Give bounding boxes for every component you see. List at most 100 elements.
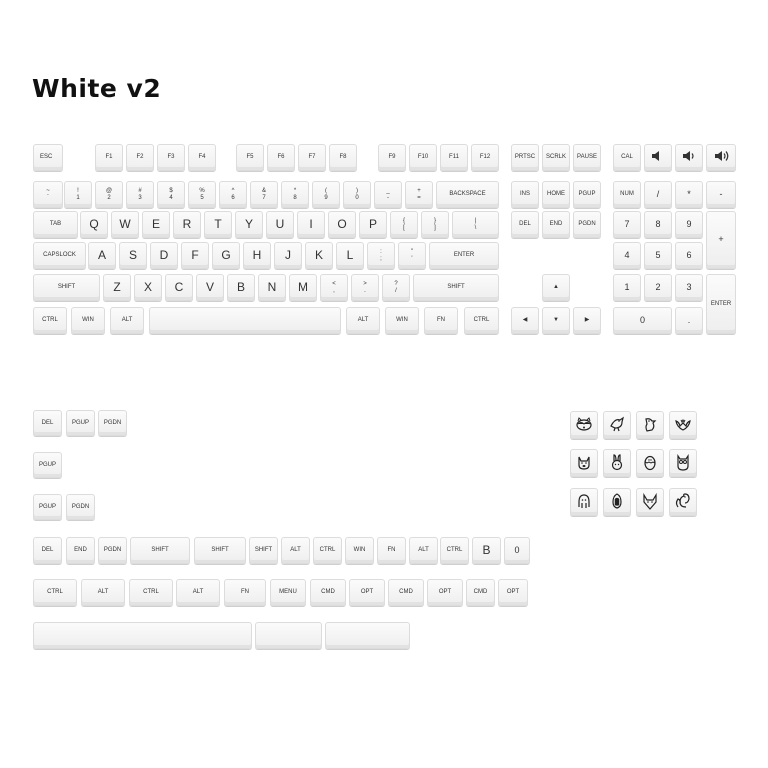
key-lbracket: {[ <box>390 211 418 238</box>
key-x-del: DEL <box>33 410 62 436</box>
key-a: A <box>88 242 116 269</box>
key-legend: F4 <box>198 154 206 161</box>
key-u: U <box>266 211 294 238</box>
key-legend: ' <box>411 255 413 262</box>
key-k1: ! 1 <box>64 181 92 208</box>
key-y-opt3: OPT <box>498 579 528 606</box>
key-legend: A <box>97 248 106 263</box>
key-legend: W <box>119 217 131 232</box>
key-m: M <box>289 274 317 301</box>
key-legend: - <box>387 194 389 201</box>
key-legend: ALT <box>357 317 369 324</box>
key-s: S <box>119 242 147 269</box>
key-x-pgup2: PGUP <box>33 452 62 478</box>
key-minus-num: - <box>706 181 736 208</box>
key-y-ctrl1: CTRL <box>33 579 77 606</box>
key-legend: U <box>275 217 285 232</box>
key-art-raccoon <box>570 411 598 439</box>
owl-icon <box>674 453 692 473</box>
key-arrow-down: ▼ <box>542 307 570 334</box>
page-title: White v2 <box>32 74 162 103</box>
key-legend: + <box>718 234 724 245</box>
key-legend: DEL <box>41 547 54 554</box>
key-legend: CAPSLOCK <box>43 252 76 259</box>
key-rbracket: }] <box>421 211 449 238</box>
key-q: Q <box>80 211 108 238</box>
key-y-ctrl2: CTRL <box>129 579 173 606</box>
key-legend: PGDN <box>103 419 122 426</box>
key-legend: 1 <box>76 194 80 201</box>
key-pgdn: PGDN <box>573 211 601 238</box>
key-pgup: PGUP <box>573 181 601 208</box>
key-legend: 0 <box>355 194 359 201</box>
key-art-owl <box>669 449 697 477</box>
key-legend: H <box>252 248 262 263</box>
key-legend: TAB <box>49 221 62 228</box>
dog-icon <box>575 453 593 473</box>
key-legend: PGDN <box>71 503 90 510</box>
penguin-icon <box>608 492 626 512</box>
key-legend: 0 <box>514 544 520 555</box>
key-k: K <box>305 242 333 269</box>
key-legend: 4 <box>624 249 630 260</box>
key-legend: ` <box>47 194 49 201</box>
key-legend: O <box>337 217 347 232</box>
key-legend: F <box>191 248 199 263</box>
key-y: Y <box>235 211 263 238</box>
key-legend: PGUP <box>38 461 56 468</box>
key-num8: 8 <box>644 211 672 238</box>
key-legend: PGDN <box>103 547 122 554</box>
key-slash: ? / <box>382 274 410 301</box>
key-legend: F8 <box>339 154 347 161</box>
key-legend: F2 <box>136 154 144 161</box>
key-art-fox <box>636 488 664 516</box>
key-prtsc: PRTSC <box>511 144 539 171</box>
key-legend: . <box>687 314 691 325</box>
key-legend: ALT <box>290 547 301 554</box>
key-legend: ALT <box>418 547 429 554</box>
key-legend: ALT <box>121 317 133 324</box>
key-z: Z <box>103 274 131 301</box>
key-comma: <, <box>320 274 348 301</box>
key-art-crow <box>636 411 664 439</box>
key-x-ctrl1: CTRL <box>313 537 342 564</box>
key-legend: - <box>719 188 723 199</box>
vol0-icon <box>649 147 667 167</box>
fox-icon <box>641 492 659 512</box>
key-legend: F9 <box>388 154 396 161</box>
key-legend: PGUP <box>578 191 596 198</box>
key-rctrl: CTRL <box>464 307 499 334</box>
key-legend: CTRL <box>47 589 63 596</box>
key-legend: NUM <box>620 191 634 198</box>
key-legend: / <box>656 188 660 199</box>
key-legend: F5 <box>246 154 254 161</box>
key-fn: FN <box>424 307 458 334</box>
key-vol-down <box>675 144 703 171</box>
key-legend: C <box>174 280 184 295</box>
key-legend: ▶ <box>584 317 590 324</box>
key-x-pgup: PGUP <box>66 410 95 436</box>
key-del: DEL <box>511 211 539 238</box>
key-spacebar-mid1 <box>255 622 322 649</box>
key-lwin: WIN <box>71 307 105 334</box>
key-legend: J <box>285 248 291 263</box>
key-y-alt1: ALT <box>81 579 125 606</box>
key-legend: L <box>346 248 354 263</box>
key-r: R <box>173 211 201 238</box>
key-vol-up <box>706 144 736 171</box>
squirrel-icon <box>674 492 692 512</box>
key-art-squirrel <box>669 488 697 516</box>
key-x-shift2: SHIFT <box>194 537 246 564</box>
key-x-ctrl2: CTRL <box>440 537 469 564</box>
key-t: T <box>204 211 232 238</box>
crow-icon <box>641 415 659 435</box>
key-g: G <box>212 242 240 269</box>
key-k9: (9 <box>312 181 340 208</box>
key-legend: FN <box>437 317 445 324</box>
key-legend: PGUP <box>71 419 89 426</box>
key-art-octopus <box>570 488 598 516</box>
key-num6: 6 <box>675 242 703 269</box>
key-k5: % 5 <box>188 181 216 208</box>
key-x: X <box>134 274 162 301</box>
key-x-alt1: ALT <box>281 537 310 564</box>
